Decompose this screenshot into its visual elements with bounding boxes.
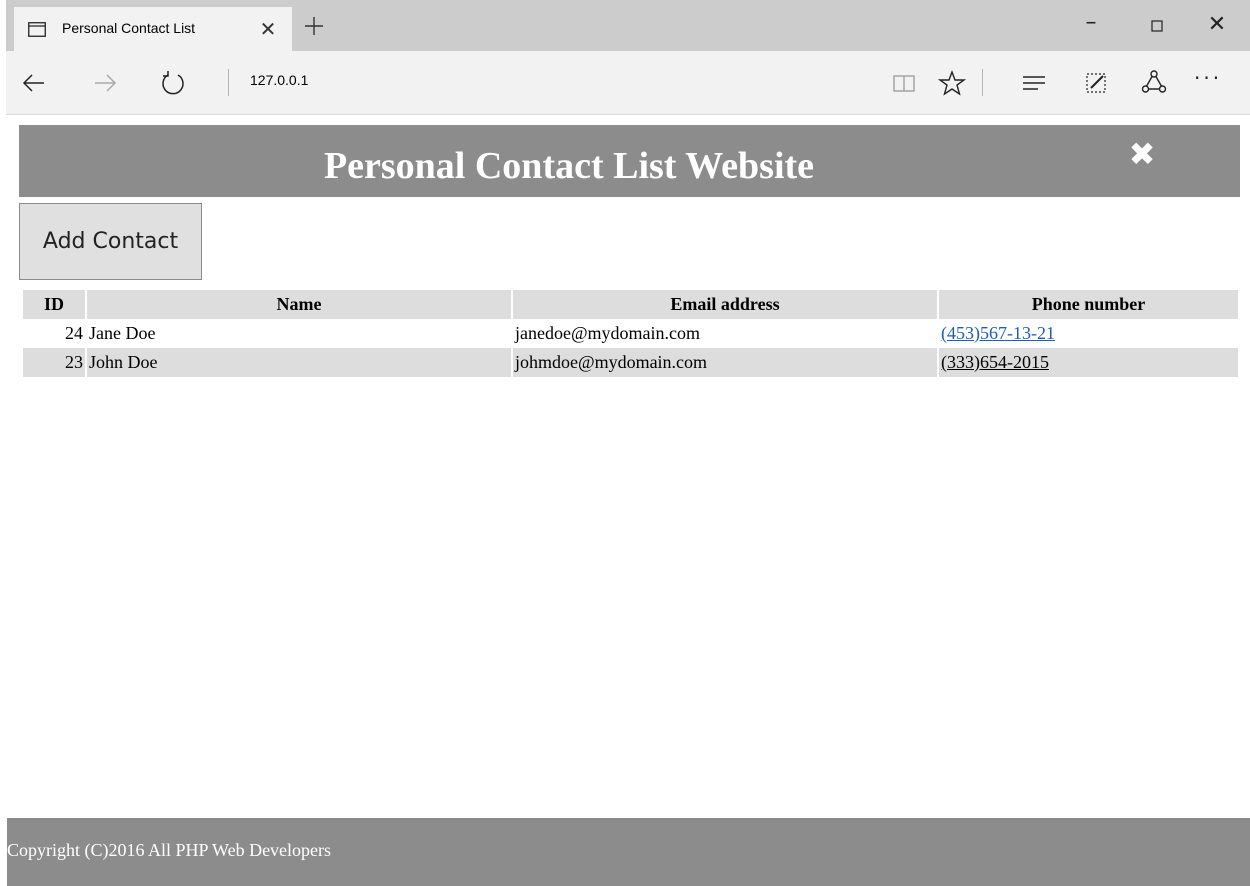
contact-phone-link[interactable]: (453)567-13-21 [941,323,1055,343]
table-row: 23 John Doe johmdoe@mydomain.com (333)65… [23,348,1238,377]
window-close-button[interactable]: ✕ [1202,14,1232,38]
address-bar[interactable]: 127.0.0.1 [250,72,308,88]
site-header: Personal Contact List Website ✖ [19,125,1240,197]
add-contact-button[interactable]: Add Contact [19,203,202,280]
close-icon[interactable]: ✖ [1127,138,1157,170]
web-note-icon[interactable] [1082,69,1110,97]
column-header-id: ID [23,290,85,319]
contact-email: janedoe@mydomain.com [515,323,701,343]
tab-page-icon [28,22,46,37]
maximize-button[interactable] [1142,14,1172,38]
hub-icon[interactable] [1020,69,1048,97]
contact-name: John Doe [87,348,511,377]
minimize-button[interactable]: – [1076,12,1106,38]
address-separator [228,69,229,96]
new-tab-icon[interactable] [302,14,326,38]
column-header-name: Name [87,290,511,319]
column-header-email: Email address [513,290,937,319]
more-icon[interactable]: ··· [1194,66,1222,90]
contact-email: johmdoe@mydomain.com [513,348,937,377]
tab-strip: Personal Contact List ✕ – ✕ [6,0,1250,51]
tab-personal-contact-list[interactable]: Personal Contact List ✕ [14,7,292,51]
table-row: 24 Jane Doe janedoe@mydomain.com (453)56… [23,319,1238,348]
share-icon[interactable] [1140,69,1168,97]
reading-view-icon[interactable] [890,69,918,97]
site-footer: Copyright (C)2016 All PHP Web Developers [7,818,1250,886]
refresh-icon[interactable] [159,69,187,97]
navigation-bar: 127.0.0.1 ··· [6,51,1250,115]
contact-phone-link[interactable]: (333)654-2015 [941,352,1049,372]
back-arrow-icon[interactable] [20,69,48,97]
forward-arrow-icon[interactable] [91,69,119,97]
favorite-star-icon[interactable] [938,69,966,97]
copyright-text: Copyright (C)2016 All PHP Web Developers [7,840,332,860]
contact-id: 24 [65,323,83,343]
column-header-phone: Phone number [939,290,1238,319]
contact-name: Jane Doe [89,323,156,343]
toolbar-separator [982,69,983,96]
tab-close-icon[interactable]: ✕ [257,18,279,40]
tab-title: Personal Contact List [62,20,196,36]
contact-phone-cell: (333)654-2015 [939,348,1238,377]
table-header-row: ID Name Email address Phone number [23,290,1238,319]
contacts-table: ID Name Email address Phone number 24 Ja… [21,290,1240,377]
page-title: Personal Contact List Website [323,145,815,187]
contact-id: 23 [23,348,85,377]
page-viewport: Personal Contact List Website ✖ Add Cont… [7,115,1250,886]
contact-phone-cell: (453)567-13-21 [939,319,1238,348]
